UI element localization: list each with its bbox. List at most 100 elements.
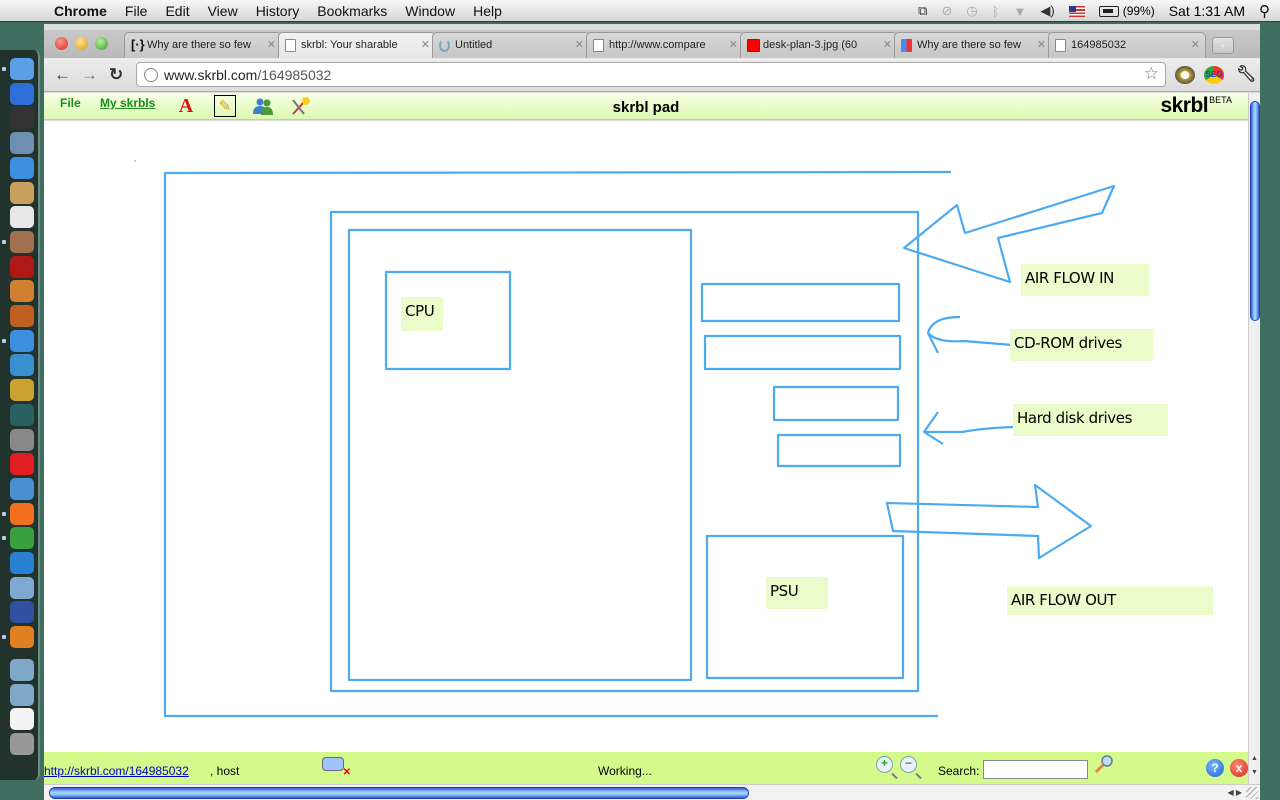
close-window-button[interactable] [55,37,68,50]
dock-dashboard-icon[interactable] [10,107,34,130]
extension-icon[interactable] [1175,66,1195,84]
zoom-out-button[interactable]: − [900,756,917,773]
dock-address-book-icon[interactable] [10,181,34,204]
tab-close-icon[interactable]: ✕ [883,33,892,57]
dock-keychain-access-icon[interactable] [10,626,34,649]
dock-system-preferences-icon[interactable] [10,428,34,451]
tab-strip: [·} Why are there so few ✕ skrbl: Your s… [44,30,1260,59]
tab-164985032[interactable]: 164985032 ✕ [1048,32,1206,58]
vertical-scrollbar[interactable] [1248,93,1260,752]
dock-firefox-icon[interactable] [10,502,34,525]
dock-virtual-box-icon[interactable] [10,576,34,599]
back-button[interactable]: ← [54,65,71,85]
note-air-flow-in[interactable]: AIR FLOW IN [1021,264,1149,296]
disconnect-icon[interactable] [322,757,351,778]
menu-window[interactable]: Window [405,3,455,19]
menu-bookmarks[interactable]: Bookmarks [317,3,387,19]
dock-chrome-icon[interactable] [10,527,34,550]
clock[interactable]: Sat 1:31 AM [1169,3,1245,19]
dock-finder-icon[interactable] [10,58,34,80]
new-tab-button[interactable]: + [1212,37,1234,54]
volume-icon[interactable]: ◀) [1040,3,1054,19]
dock-ical-icon[interactable] [10,206,34,229]
dock-documents-icon[interactable] [10,683,34,706]
dock-garageband-icon[interactable] [10,305,34,327]
resize-grip[interactable] [1246,787,1258,799]
note-cpu[interactable]: CPU [401,297,443,331]
battery-status[interactable]: (99%) [1098,4,1155,18]
dock-trash-icon[interactable] [10,732,34,755]
tab-desk-plan[interactable]: desk-plan-3.jpg (60 ✕ [740,32,898,58]
tab-title: Why are there so few [917,39,1021,51]
horizontal-scrollbar[interactable]: ◀ ▶ [44,784,1260,800]
note-psu[interactable]: PSU [766,577,828,609]
tab-why-are-there-so-few[interactable]: [·} Why are there so few ✕ [124,32,282,58]
dock-remote-desktop-icon[interactable] [10,601,34,624]
wrench-menu-icon[interactable]: 🔧︎ [1236,64,1256,84]
wifi-icon[interactable]: ▼ [1014,4,1027,19]
tab-why-are-there-so-few-google[interactable]: Why are there so few ✕ [894,32,1052,58]
dock-running-indicator [2,338,6,343]
spotlight-icon[interactable]: ⚲ [1259,2,1270,20]
help-button[interactable]: ? [1206,759,1224,777]
vertical-scroll-thumb[interactable] [1250,101,1260,321]
address-bar[interactable]: www.skrbl.com/164985032 ☆ [136,62,1166,87]
dock-photo-booth-icon[interactable] [10,280,34,303]
drawing-canvas[interactable]: CPU AIR FLOW IN CD-ROM drives Hard disk … [44,121,1248,752]
dock-xcode-icon[interactable] [10,329,34,352]
minimize-window-button[interactable] [75,37,88,50]
dock-ichat-icon[interactable] [10,354,34,377]
menu-history[interactable]: History [256,3,300,19]
menu-help[interactable]: Help [473,3,502,19]
dock-app-store-icon[interactable] [10,82,34,105]
dock-mail-icon[interactable] [10,132,34,155]
menu-file[interactable]: File [125,3,148,19]
link-icon[interactable]: ⊘ [941,3,952,19]
pad-url-link[interactable]: http://skrbl.com/164985032 [44,764,189,778]
tab-close-icon[interactable]: ✕ [575,33,584,57]
tab-untitled[interactable]: Untitled ✕ [432,32,590,58]
time-machine-icon[interactable]: ◷ [966,3,977,19]
bluetooth-icon[interactable]: ᛒ [992,4,1000,19]
dock-vnc-icon[interactable] [10,453,34,476]
search-input[interactable] [983,760,1088,779]
bookmark-star-icon[interactable]: ☆ [1144,64,1159,84]
tab-close-icon[interactable]: ✕ [267,33,276,57]
tab-close-icon[interactable]: ✕ [421,33,430,57]
note-cdrom-drives[interactable]: CD-ROM drives [1010,329,1153,361]
close-pad-button[interactable]: x [1230,759,1248,777]
note-air-flow-out[interactable]: AIR FLOW OUT [1007,586,1213,615]
tab-close-icon[interactable]: ✕ [729,33,738,57]
cdrom-bay-1 [700,282,901,323]
dock-openoffice-icon[interactable] [10,552,34,574]
vertical-scroll-arrows[interactable]: ▲ ▼ [1248,752,1260,784]
us-flag-icon[interactable] [1068,5,1085,17]
window-icon[interactable]: ⧉ [918,3,927,19]
search-label: Search: [938,764,980,778]
tab-close-icon[interactable]: ✕ [1191,33,1200,57]
horizontal-scroll-thumb[interactable] [49,787,749,799]
dock-iphoto-icon[interactable] [10,230,34,253]
zoom-window-button[interactable] [95,37,108,50]
tab-close-icon[interactable]: ✕ [1037,33,1046,57]
menu-view[interactable]: View [208,3,238,19]
dock-applications-icon[interactable] [10,658,34,681]
tab-skrbl[interactable]: skrbl: Your sharable ✕ [278,32,436,59]
forward-button[interactable]: → [81,65,98,85]
dock-document-icon[interactable] [10,708,34,731]
menu-app[interactable]: Chrome [54,3,107,19]
note-hard-disk-drives[interactable]: Hard disk drives [1013,404,1168,436]
dock-time-machine-icon[interactable] [10,403,34,426]
dock-facetime-icon[interactable] [10,156,34,179]
seo-extension-icon[interactable]: SEO [1204,66,1224,84]
menu-edit[interactable]: Edit [165,3,189,19]
search-go-icon[interactable] [1094,754,1114,774]
dock-front-row-icon[interactable] [10,255,34,278]
reload-button[interactable]: ↻ [109,65,123,85]
zoom-in-button[interactable]: + [876,756,893,773]
dock-imovie-icon[interactable] [10,379,34,402]
battery-icon [1098,5,1119,17]
horizontal-scroll-arrows[interactable]: ◀ ▶ [1227,785,1242,800]
tab-compare[interactable]: http://www.compare ✕ [586,32,744,58]
dock-safari-icon[interactable] [10,477,34,500]
